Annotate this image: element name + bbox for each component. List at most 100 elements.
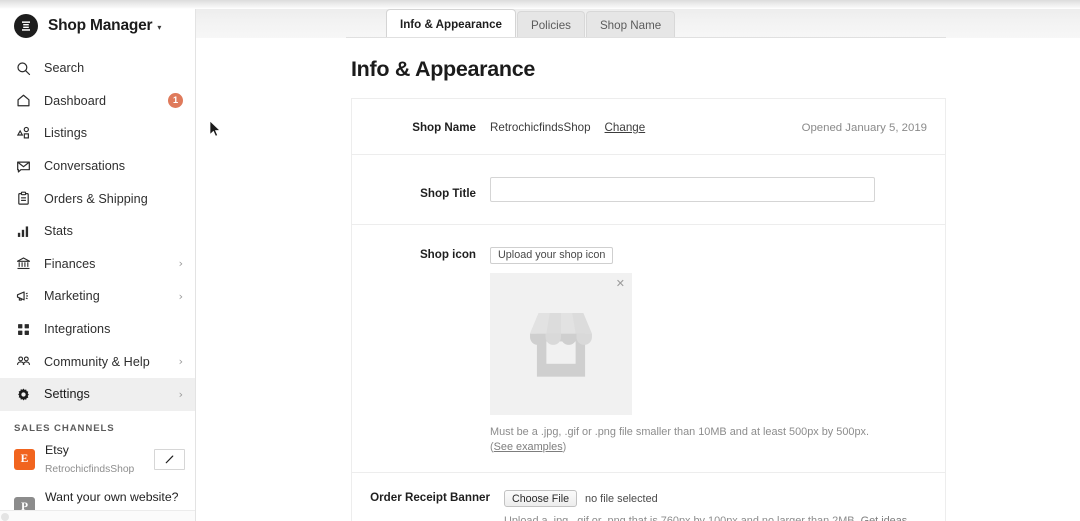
sidebar-item-marketing[interactable]: Marketing › <box>0 280 195 313</box>
choose-file-button[interactable]: Choose File <box>504 490 578 508</box>
sidebar-item-label: Finances <box>44 256 96 271</box>
shop-name-line: RetrochicfindsShop Change Opened January… <box>490 121 945 134</box>
sidebar-item-listings[interactable]: Listings <box>0 117 195 150</box>
file-status-text: no file selected <box>585 492 658 505</box>
bank-icon <box>14 255 32 273</box>
listings-icon <box>14 124 32 142</box>
sidebar-item-dashboard[interactable]: Dashboard 1 <box>0 85 195 118</box>
sidebar-item-meta: › <box>179 258 183 269</box>
row-shop-name: Shop Name RetrochicfindsShop Change Open… <box>352 99 945 155</box>
sidebar-item-label: Listings <box>44 126 88 141</box>
shop-icon-body: Upload your shop icon ✕ Must be a .jpg, … <box>490 245 945 456</box>
sidebar-item-finances[interactable]: Finances › <box>0 248 195 281</box>
chevron-down-icon: ▾ <box>157 23 162 32</box>
etsy-channel-icon: E <box>14 448 35 470</box>
sidebar-item-settings[interactable]: Settings › <box>0 377 195 411</box>
bar-chart-icon <box>14 222 32 240</box>
info-appearance-card: Shop Name RetrochicfindsShop Change Open… <box>351 98 946 521</box>
sidebar-item-label: Dashboard <box>44 93 107 108</box>
sidebar-item-label: Search <box>44 61 85 76</box>
storefront-icon <box>530 312 592 377</box>
people-icon <box>14 353 32 371</box>
sidebar-item-integrations[interactable]: Integrations <box>0 313 195 346</box>
shop-name-body: RetrochicfindsShop Change Opened January… <box>490 121 945 134</box>
clipboard-icon <box>14 190 32 208</box>
change-shop-name-link[interactable]: Change <box>605 121 646 134</box>
sidebar-horizontal-scrollbar[interactable] <box>0 510 195 521</box>
app-root: Shop Manager ▾ Search Dashboard 1 Listin… <box>0 0 1080 521</box>
sidebar-item-stats[interactable]: Stats <box>0 215 195 248</box>
main-content: Info & Appearance Policies Shop Name Inf… <box>196 0 1080 521</box>
banner-help-part1: Upload a .jpg, .gif or .png that is 760p… <box>504 515 861 521</box>
tab-info-appearance[interactable]: Info & Appearance <box>386 9 516 38</box>
order-receipt-banner-label: Order Receipt Banner <box>370 491 490 505</box>
sidebar-item-label: Marketing <box>44 289 100 304</box>
page-title: Info & Appearance <box>351 57 536 81</box>
sales-channel-title: Etsy <box>45 442 69 457</box>
sidebar-item-conversations[interactable]: Conversations <box>0 150 195 183</box>
tab-shop-name[interactable]: Shop Name <box>585 11 676 38</box>
sidebar-item-label: Integrations <box>44 322 111 337</box>
order-receipt-banner-help-text: Upload a .jpg, .gif or .png that is 760p… <box>504 514 944 521</box>
pencil-icon <box>165 455 174 464</box>
row-shop-title: Shop Title <box>352 155 945 225</box>
sidebar-item-label: Stats <box>44 224 73 239</box>
sidebar-item-search[interactable]: Search <box>0 52 195 85</box>
sidebar-item-meta: › <box>179 291 183 302</box>
envelope-icon <box>14 157 32 175</box>
grid-icon <box>14 320 32 338</box>
sales-channel-etsy[interactable]: E Etsy RetrochicfindsShop <box>0 436 195 484</box>
home-icon <box>14 92 32 110</box>
shop-icon-label: Shop icon <box>419 248 476 261</box>
sidebar-item-label: Community & Help <box>44 354 150 369</box>
shop-icon-help-part2: ) <box>562 441 567 454</box>
row-order-receipt-banner: Order Receipt Banner Choose File no file… <box>352 473 945 521</box>
sidebar: Shop Manager ▾ Search Dashboard 1 Listin… <box>0 0 196 521</box>
shop-icon-preview[interactable]: ✕ <box>490 272 632 415</box>
megaphone-icon <box>14 287 32 305</box>
see-examples-link[interactable]: See examples <box>494 441 563 453</box>
browser-chrome-fade <box>0 0 1080 9</box>
shop-title-label: Shop Title <box>420 186 476 200</box>
brand-header[interactable]: Shop Manager ▾ <box>0 4 195 48</box>
scrollbar-thumb[interactable] <box>1 513 9 521</box>
sidebar-item-meta: › <box>179 389 183 400</box>
remove-shop-icon-button[interactable]: ✕ <box>616 278 625 289</box>
sales-channel-subtitle: RetrochicfindsShop <box>45 464 135 476</box>
sidebar-item-orders-shipping[interactable]: Orders & Shipping <box>0 182 195 215</box>
chevron-right-icon: › <box>178 355 183 369</box>
shop-title-input[interactable] <box>490 177 875 202</box>
sales-channels-heading: SALES CHANNELS <box>14 422 115 434</box>
etsy-circle-logo-icon <box>14 14 38 38</box>
gear-icon <box>14 385 32 403</box>
row-shop-icon: Shop icon Upload your shop icon ✕ Must b… <box>352 225 945 474</box>
chevron-right-icon: › <box>178 257 183 271</box>
notification-badge: 1 <box>168 93 183 109</box>
banner-help-part2: . <box>907 515 910 521</box>
shop-opened-date: Opened January 5, 2019 <box>801 122 927 134</box>
sidebar-item-meta: › <box>179 356 183 367</box>
settings-content: Info & Appearance Shop Name Retrochicfin… <box>196 38 1080 521</box>
chevron-right-icon: › <box>178 387 183 401</box>
get-ideas-link[interactable]: Get ideas <box>861 515 908 521</box>
chevron-right-icon: › <box>178 289 183 303</box>
search-icon <box>14 59 32 77</box>
order-receipt-banner-body: Choose File no file selected Upload a .j… <box>504 490 945 521</box>
shop-title-body <box>490 177 945 202</box>
sales-channel-text: Etsy RetrochicfindsShop <box>45 441 134 479</box>
sales-channel-title: Want your own website? <box>45 490 179 505</box>
sidebar-item-label: Settings <box>44 387 90 402</box>
upload-shop-icon-button[interactable]: Upload your shop icon <box>490 246 614 264</box>
tab-policies[interactable]: Policies <box>517 11 585 38</box>
sidebar-item-meta: 1 <box>168 93 183 109</box>
edit-shop-button[interactable] <box>154 448 185 470</box>
shop-name-label: Shop Name <box>412 121 476 134</box>
sidebar-item-community-help[interactable]: Community & Help › <box>0 345 195 378</box>
sidebar-item-label: Orders & Shipping <box>44 191 148 206</box>
sidebar-item-label: Conversations <box>44 159 126 174</box>
shop-name-value: RetrochicfindsShop <box>490 121 591 134</box>
sidebar-nav: Search Dashboard 1 Listings Conversation… <box>0 52 195 411</box>
shop-icon-help-text: Must be a .jpg, .gif or .png file smalle… <box>490 425 870 457</box>
brand-name: Shop Manager <box>48 17 153 34</box>
file-picker: Choose File no file selected <box>504 490 945 508</box>
